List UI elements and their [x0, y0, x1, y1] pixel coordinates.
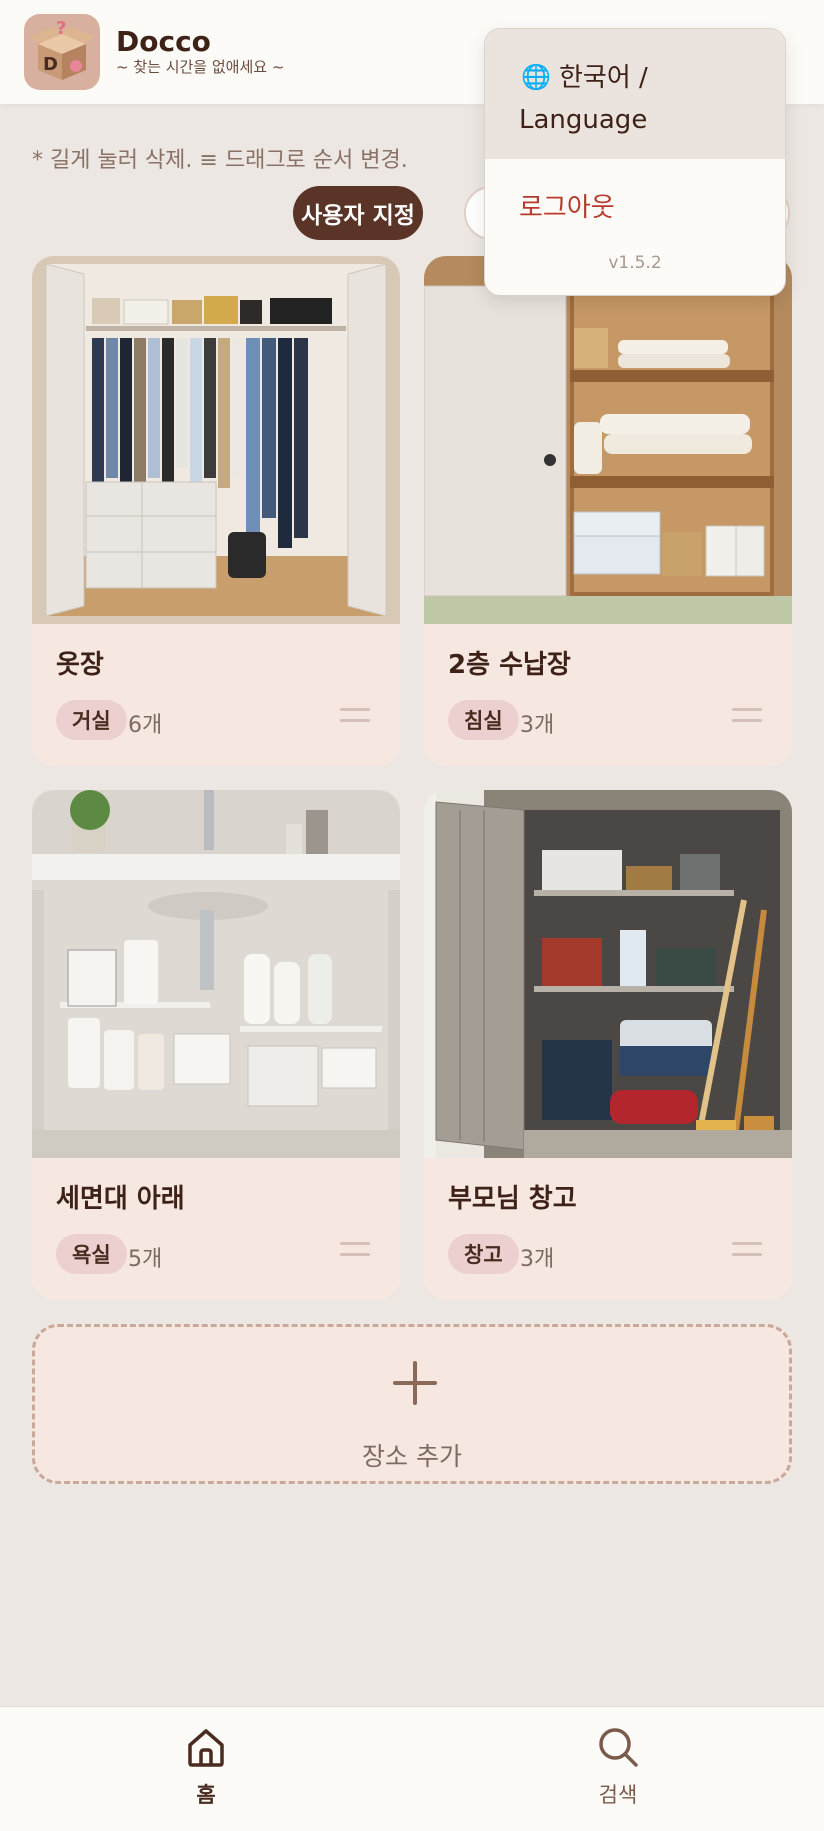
place-photo-sink-cabinet [32, 790, 400, 1158]
search-icon [599, 1728, 638, 1767]
logout-menu-item[interactable]: 로그아웃 [519, 187, 615, 224]
filter-chip-custom[interactable]: 사용자 지정 [293, 186, 423, 240]
place-name: 2층 수납장 [448, 650, 571, 680]
home-icon [188, 1729, 224, 1767]
language-menu-item[interactable]: 🌐 한국어 / Language [485, 29, 785, 159]
add-place-label: 장소 추가 [362, 1442, 462, 1471]
nav-home-label: 홈 [196, 1783, 216, 1807]
item-count: 3개 [520, 713, 555, 738]
room-tag: 거실 [56, 700, 127, 740]
nav-search-label: 검색 [598, 1783, 638, 1807]
add-place-button[interactable]: 장소 추가 [32, 1324, 792, 1484]
drag-handle-icon[interactable] [732, 708, 762, 726]
place-name: 옷장 [56, 650, 104, 680]
logo-question-mark: ? [56, 18, 66, 39]
app-tagline: ~ 찾는 시간을 없애세요 ~ [116, 58, 285, 76]
drag-handle-icon[interactable] [340, 708, 370, 726]
place-photo-wardrobe [32, 256, 400, 624]
room-tag: 침실 [448, 700, 519, 740]
room-tag: 욕실 [56, 1234, 127, 1274]
item-count: 3개 [520, 1247, 555, 1272]
place-card[interactable]: 세면대 아래 욕실 5개 [32, 790, 400, 1300]
drag-handle-icon[interactable] [340, 1242, 370, 1260]
place-card[interactable]: 부모님 창고 창고 3개 [424, 790, 792, 1300]
room-tag: 창고 [448, 1234, 519, 1274]
item-count: 6개 [128, 713, 163, 738]
drag-handle-icon[interactable] [732, 1242, 762, 1260]
box-logo-icon: D ? [30, 18, 94, 80]
settings-dropdown: 🌐 한국어 / Language 로그아웃 v1.5.2 [484, 28, 786, 296]
nav-search[interactable]: 검색 [558, 1725, 678, 1809]
logo-letter: D [43, 54, 58, 75]
app-name: Docco [116, 25, 211, 58]
place-card[interactable]: 옷장 거실 6개 [32, 256, 400, 766]
place-name: 부모님 창고 [448, 1184, 577, 1214]
app-version: v1.5.2 [608, 253, 662, 273]
place-card[interactable]: 2층 수납장 침실 3개 [424, 256, 792, 766]
app-logo[interactable]: D ? [24, 14, 100, 90]
brand: Docco ~ 찾는 시간을 없애세요 ~ [116, 25, 285, 77]
reorder-hint: * 길게 눌러 삭제. ≡ 드래그로 순서 변경. [32, 148, 408, 173]
item-count: 5개 [128, 1247, 163, 1272]
nav-home[interactable]: 홈 [146, 1725, 266, 1809]
place-photo-closet [424, 256, 792, 624]
language-label: 한국어 / Language [519, 63, 648, 135]
place-name: 세면대 아래 [56, 1184, 185, 1214]
bottom-nav: 홈 검색 [0, 1706, 824, 1831]
plus-icon [393, 1361, 437, 1405]
place-photo-storage-shed [424, 790, 792, 1158]
